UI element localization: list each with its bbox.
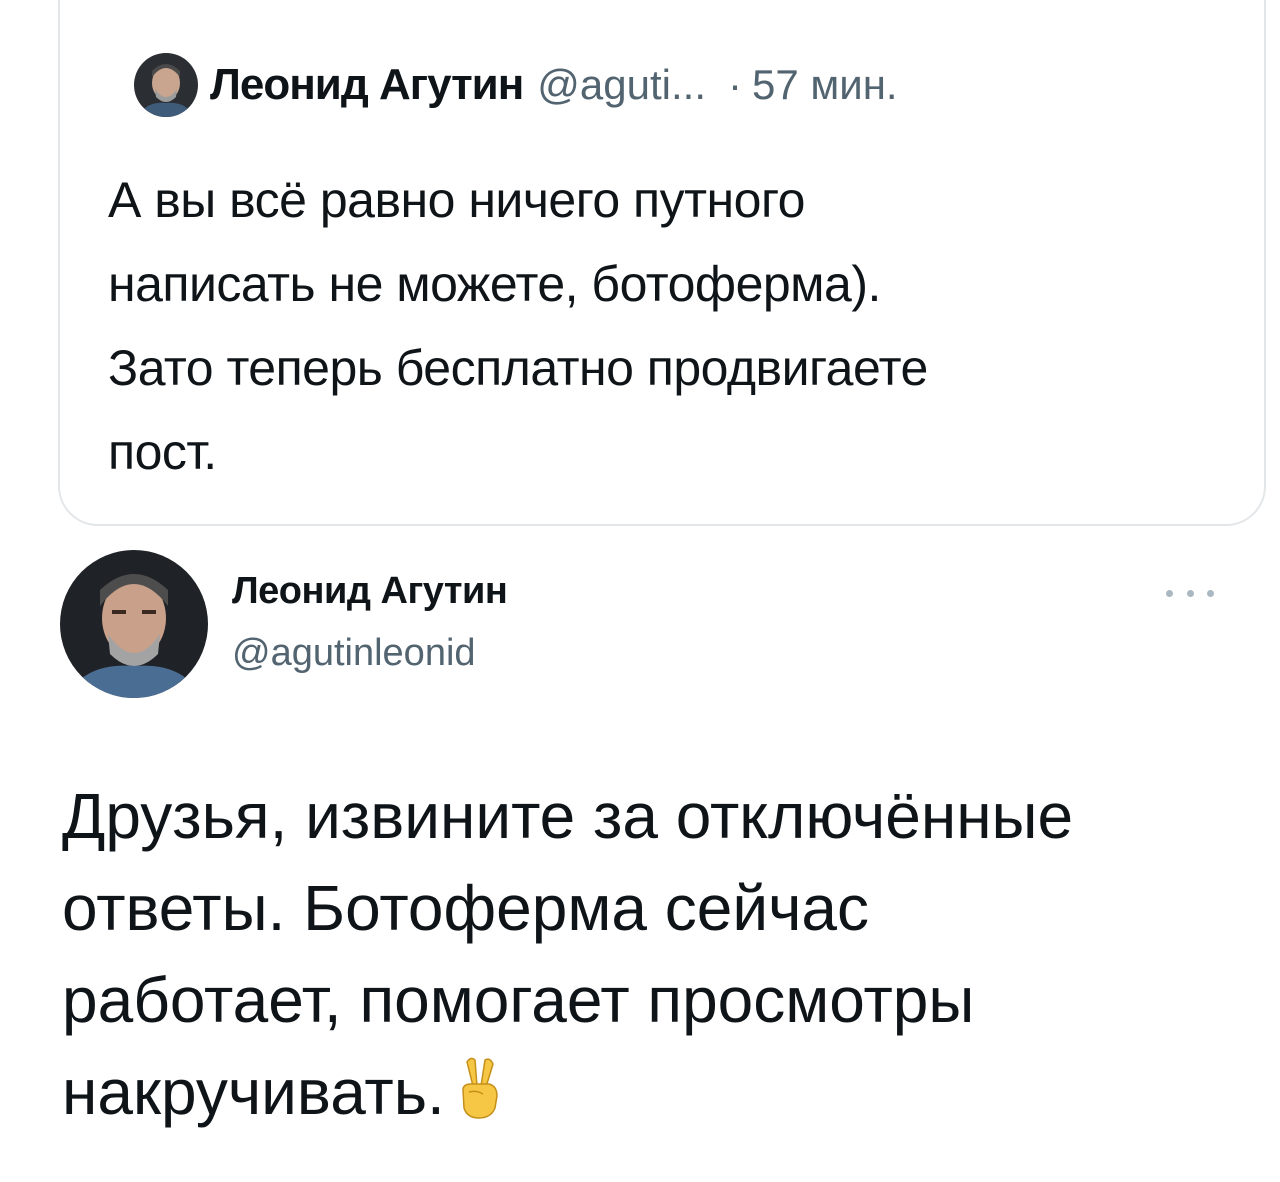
avatar[interactable] [134,53,198,117]
more-options-icon[interactable] [1166,578,1214,608]
quoted-author-name[interactable]: Леонид Агутин [210,60,524,110]
quoted-tweet-text: А вы всё равно ничего путного написать н… [108,172,928,480]
tweet-text-body: Друзья, извините за отключённые ответы. … [62,780,1074,1128]
victory-hand-emoji [462,1057,498,1119]
quoted-tweet-time[interactable]: 57 мин. [752,61,898,109]
separator-dot: · [728,61,743,108]
tweet-text: Друзья, извините за отключённые ответы. … [62,770,1242,1138]
quoted-tweet-header: Леонид Агутин @aguti... · 57 мин. [134,44,898,126]
quoted-author-handle[interactable]: @aguti... [537,61,706,109]
avatar[interactable] [60,550,208,698]
author-handle[interactable]: @agutinleonid [232,632,476,675]
author-name[interactable]: Леонид Агутин [232,570,508,613]
